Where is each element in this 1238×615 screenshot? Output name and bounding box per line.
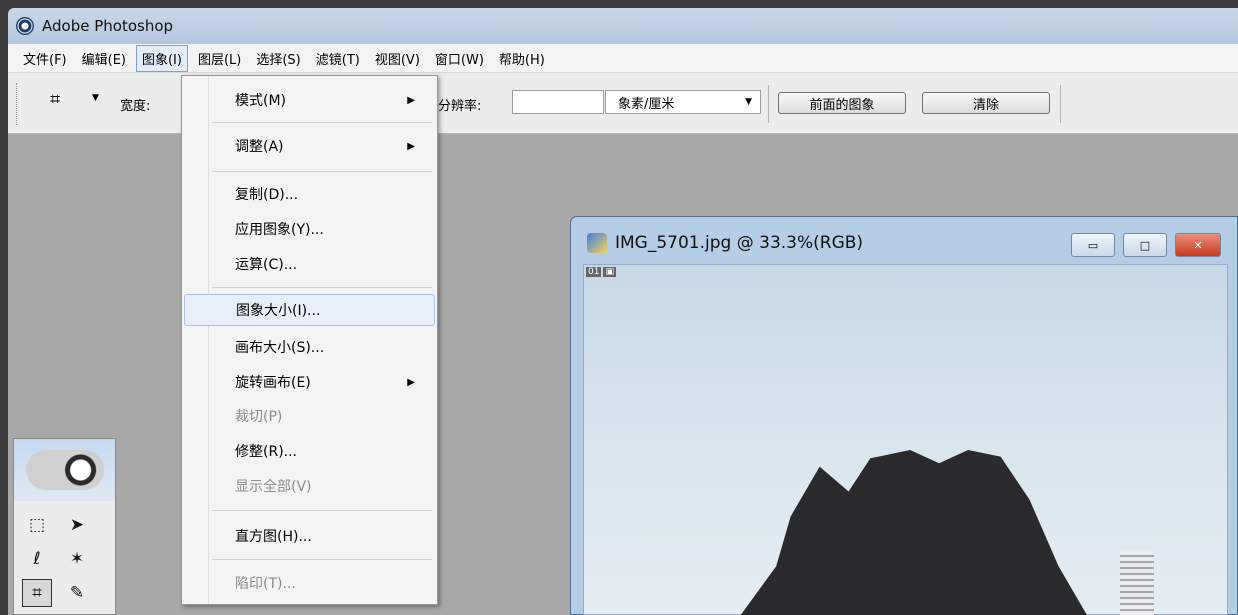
- lasso-tool-icon[interactable]: ℓ: [22, 545, 52, 573]
- menu-view[interactable]: 视图(V): [370, 46, 425, 71]
- menu-item-label: 裁切(P): [235, 409, 283, 425]
- submenu-arrow-icon: ▶: [407, 376, 415, 388]
- magic-wand-tool-icon[interactable]: ✶: [62, 545, 92, 573]
- crop-tool-icon[interactable]: ⌗: [50, 89, 60, 110]
- menu-edit[interactable]: 编辑(E): [77, 46, 131, 71]
- menu-item-label: 应用图象(Y)...: [235, 222, 324, 238]
- menu-item-histogram[interactable]: 直方图(H)...: [184, 520, 435, 552]
- layer-number: 01: [586, 267, 602, 277]
- menu-item-label: 显示全部(V): [235, 479, 312, 495]
- menu-separator: [212, 559, 432, 560]
- submenu-arrow-icon: ▶: [407, 94, 415, 106]
- photo-tower: [1120, 551, 1154, 615]
- document-title: IMG_5701.jpg @ 33.3%(RGB): [615, 233, 864, 253]
- menu-item-label: 图象大小(I)...: [236, 303, 321, 319]
- toolbox: ⬚ ➤ ℓ ✶ ⌗ ✎: [13, 438, 116, 615]
- menu-item-canvas-size[interactable]: 画布大小(S)...: [184, 331, 435, 363]
- menu-item-reveal-all[interactable]: 显示全部(V): [184, 470, 435, 502]
- chevron-down-icon[interactable]: ▼: [92, 93, 99, 103]
- menu-layer[interactable]: 图层(L): [193, 46, 246, 71]
- menu-window[interactable]: 窗口(W): [430, 46, 489, 71]
- image-canvas[interactable]: 01 ▣: [583, 264, 1228, 615]
- menu-item-adjust[interactable]: 调整(A) ▶: [184, 130, 435, 162]
- maximize-button[interactable]: □: [1123, 233, 1167, 257]
- photoshop-logo-icon: [16, 17, 34, 35]
- slice-tool-icon[interactable]: ✎: [62, 579, 92, 607]
- menu-item-label: 运算(C)...: [235, 257, 298, 273]
- image-thumb-icon: ▣: [603, 267, 616, 277]
- separator: [768, 85, 769, 123]
- front-image-button[interactable]: 前面的图象: [778, 92, 906, 114]
- image-menu-dropdown: 模式(M) ▶ 调整(A) ▶ 复制(D)... 应用图象(Y)... 运算(C…: [181, 75, 438, 605]
- minimize-button[interactable]: ▭: [1071, 233, 1115, 257]
- menu-item-trap[interactable]: 陷印(T)...: [184, 567, 435, 599]
- menu-separator: [212, 287, 432, 288]
- menu-separator: [212, 122, 432, 123]
- menu-item-apply-image[interactable]: 应用图象(Y)...: [184, 213, 435, 245]
- document-icon: [587, 233, 607, 253]
- menu-separator: [212, 171, 432, 172]
- menu-item-label: 直方图(H)...: [235, 529, 312, 545]
- menu-item-trim[interactable]: 修整(R)...: [184, 435, 435, 467]
- document-window: IMG_5701.jpg @ 33.3%(RGB) ▭ □ ✕ 01 ▣: [570, 216, 1238, 615]
- units-select-value: 象素/厘米: [618, 96, 675, 112]
- submenu-arrow-icon: ▶: [407, 140, 415, 152]
- close-button[interactable]: ✕: [1175, 233, 1221, 257]
- menu-item-crop[interactable]: 裁切(P): [184, 400, 435, 432]
- menu-item-mode[interactable]: 模式(M) ▶: [184, 84, 435, 116]
- menu-filter[interactable]: 滤镜(T): [311, 46, 365, 71]
- chevron-down-icon: ▼: [745, 97, 752, 107]
- photo-statue: [740, 450, 1088, 615]
- menu-item-duplicate[interactable]: 复制(D)...: [184, 178, 435, 210]
- title-bar: Adobe Photoshop: [8, 8, 1238, 44]
- options-grip[interactable]: [16, 83, 19, 125]
- width-label: 宽度:: [120, 99, 151, 114]
- menu-item-label: 调整(A): [235, 139, 284, 155]
- menu-item-label: 陷印(T)...: [235, 576, 296, 592]
- menu-item-label: 模式(M): [235, 93, 287, 109]
- window-title: Adobe Photoshop: [42, 17, 174, 35]
- menu-separator: [212, 510, 432, 511]
- tool-grid: ⬚ ➤ ℓ ✶ ⌗ ✎: [22, 511, 96, 607]
- units-select[interactable]: 象素/厘米 ▼: [605, 90, 761, 114]
- menu-item-label: 画布大小(S)...: [235, 340, 325, 356]
- menu-item-calculations[interactable]: 运算(C)...: [184, 248, 435, 280]
- clear-button[interactable]: 清除: [922, 92, 1050, 114]
- menu-help[interactable]: 帮助(H): [494, 46, 550, 71]
- separator: [1060, 85, 1061, 123]
- menu-item-rotate-canvas[interactable]: 旋转画布(E) ▶: [184, 366, 435, 398]
- menu-bar: 文件(F) 编辑(E) 图象(I) 图层(L) 选择(S) 滤镜(T) 视图(V…: [8, 44, 1238, 73]
- marquee-tool-icon[interactable]: ⬚: [22, 511, 52, 539]
- layer-badge: 01 ▣: [586, 267, 616, 277]
- menu-item-label: 修整(R)...: [235, 444, 298, 460]
- resolution-input[interactable]: [512, 90, 604, 114]
- menu-select[interactable]: 选择(S): [251, 46, 305, 71]
- menu-item-image-size[interactable]: 图象大小(I)...: [184, 294, 435, 326]
- menu-file[interactable]: 文件(F): [18, 46, 72, 71]
- menu-image[interactable]: 图象(I): [135, 44, 188, 72]
- menu-item-label: 旋转画布(E): [235, 375, 311, 391]
- resolution-label: 分辨率:: [438, 99, 482, 114]
- feather-eye-logo-icon: [25, 450, 104, 490]
- toolbox-header: [14, 439, 115, 501]
- crop-tool-icon[interactable]: ⌗: [22, 579, 52, 607]
- menu-item-label: 复制(D)...: [235, 187, 299, 203]
- app-frame: Adobe Photoshop 文件(F) 编辑(E) 图象(I) 图层(L) …: [0, 0, 1238, 615]
- move-tool-icon[interactable]: ➤: [62, 511, 92, 539]
